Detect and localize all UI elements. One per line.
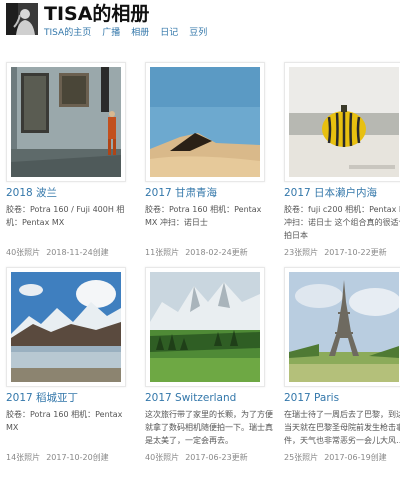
nav-albums[interactable]: 相册: [131, 25, 149, 38]
album-thumbnail-frame[interactable]: [284, 267, 400, 387]
album-meta: 40张照片 2018-11-24创建: [6, 247, 135, 259]
photo-count: 14张照片: [6, 453, 41, 462]
album-date: 2018-11-24创建: [46, 248, 109, 257]
album-date: 2017-10-20创建: [46, 453, 109, 462]
nav-broadcast[interactable]: 广播: [102, 25, 120, 38]
album-thumbnail-frame[interactable]: [6, 267, 126, 387]
album-meta: 40张照片 2017-06-23更新: [145, 452, 274, 464]
album-title[interactable]: 2017 甘肃青海: [145, 187, 274, 200]
alps-meadow-photo[interactable]: [150, 272, 260, 382]
album-title[interactable]: 2017 日本濑户内海: [284, 187, 400, 200]
album-date: 2017-06-23更新: [185, 453, 248, 462]
desert-dune-photo[interactable]: [150, 67, 260, 177]
album-title[interactable]: 2017 Switzerland: [145, 392, 274, 405]
page-title: TISA的相册: [44, 3, 150, 25]
album-thumbnail-frame[interactable]: [284, 62, 400, 182]
album-title[interactable]: 2018 波兰: [6, 187, 135, 200]
album-meta: 25张照片 2017-06-19创建: [284, 452, 400, 464]
album-grid: 2018 波兰 胶卷：Potra 160 / Fuji 400H 相机：Pent…: [0, 62, 400, 464]
album-thumbnail-frame[interactable]: [145, 267, 265, 387]
album-card: 2017 稻城亚丁 胶卷：Potra 160 相机：Pentax MX 14张照…: [6, 267, 135, 464]
album-description: 这次旅行带了家里的长颗，为了方便就拿了数码相机随便拍一下。瑞士真是太美了，一定会…: [145, 410, 273, 445]
album-meta: 14张照片 2017-10-20创建: [6, 452, 135, 464]
mountain-lake-photo[interactable]: [11, 272, 121, 382]
album-description: 在瑞士待了一周后去了巴黎，到达的当天就在巴黎圣母院前发生枪击事件，天气也非常恶劣…: [284, 410, 400, 445]
profile-nav: TISA的主页 广播 相册 日记 豆列: [44, 25, 207, 38]
album-card: 2017 Switzerland 这次旅行带了家里的长颗，为了方便就拿了数码相机…: [145, 267, 274, 464]
album-meta: 11张照片 2018-02-24更新: [145, 247, 274, 259]
nav-doulist[interactable]: 豆列: [189, 25, 207, 38]
album-card: 2018 波兰 胶卷：Potra 160 / Fuji 400H 相机：Pent…: [6, 62, 135, 259]
album-title[interactable]: 2017 稻城亚丁: [6, 392, 135, 405]
album-date: 2017-10-22更新: [324, 248, 387, 257]
album-description: 胶卷：Potra 160 相机：Pentax MX 冲扫：诺日士: [145, 205, 262, 227]
album-card: 2017 日本濑户内海 胶卷：fuji c200 相机：Pentax MX 冲扫…: [284, 62, 400, 259]
album-thumbnail-frame[interactable]: [145, 62, 265, 182]
photo-count: 40张照片: [145, 453, 180, 462]
street-wall-photo[interactable]: [11, 67, 121, 177]
pumpkin-sculpture-photo[interactable]: [289, 67, 399, 177]
photo-count: 11张照片: [145, 248, 180, 257]
photo-count: 25张照片: [284, 453, 319, 462]
photo-count: 40张照片: [6, 248, 41, 257]
album-meta: 23张照片 2017-10-22更新: [284, 247, 400, 259]
nav-diary[interactable]: 日记: [160, 25, 178, 38]
album-description: 胶卷：Potra 160 / Fuji 400H 相机：Pentax MX: [6, 205, 125, 227]
photo-count: 23张照片: [284, 248, 319, 257]
album-description: 胶卷：Potra 160 相机：Pentax MX: [6, 410, 123, 432]
album-card: 2017 Paris 在瑞士待了一周后去了巴黎，到达的当天就在巴黎圣母院前发生枪…: [284, 267, 400, 464]
album-title[interactable]: 2017 Paris: [284, 392, 400, 405]
page-header: TISA的相册 TISA的主页 广播 相册 日记 豆列: [0, 0, 400, 60]
album-thumbnail-frame[interactable]: [6, 62, 126, 182]
album-description: 胶卷：fuji c200 相机：Pentax MX 冲扫：诺日士 这个组合真的很…: [284, 205, 400, 240]
eiffel-tower-photo[interactable]: [289, 272, 399, 382]
album-date: 2018-02-24更新: [185, 248, 248, 257]
album-card: 2017 甘肃青海 胶卷：Potra 160 相机：Pentax MX 冲扫：诺…: [145, 62, 274, 259]
album-date: 2017-06-19创建: [324, 453, 387, 462]
nav-home[interactable]: TISA的主页: [44, 25, 91, 38]
avatar[interactable]: [6, 3, 38, 35]
silhouette-avatar-icon: [6, 3, 38, 35]
